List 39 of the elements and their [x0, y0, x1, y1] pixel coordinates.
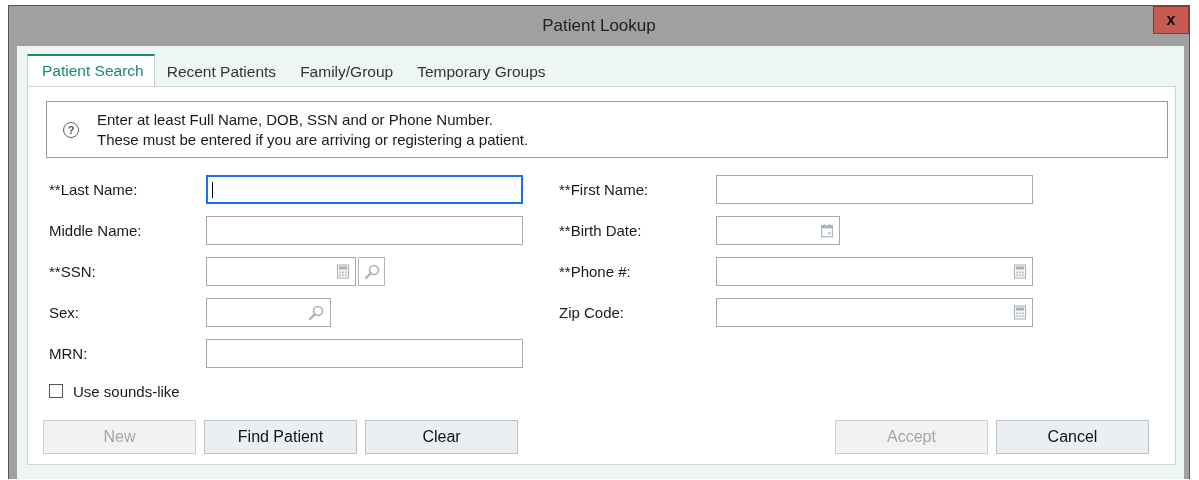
- input-field[interactable]: [716, 257, 1033, 286]
- calculator-icon: [337, 264, 349, 279]
- field-label: **Phone #:: [559, 263, 632, 280]
- field-label: **First Name:: [559, 181, 650, 198]
- input-field[interactable]: [206, 257, 356, 286]
- calculator-icon: [1014, 305, 1026, 320]
- field-label: **Last Name:: [49, 181, 139, 198]
- input-field[interactable]: [206, 175, 523, 204]
- close-button[interactable]: x: [1153, 6, 1189, 34]
- calculator-icon: [1014, 264, 1026, 279]
- info-text: Enter at least Full Name, DOB, SSN and or Phone Number.: [97, 109, 494, 130]
- field-label: Sex:: [49, 304, 80, 321]
- input-field[interactable]: [206, 298, 331, 327]
- dialog-button[interactable]: Cancel: [996, 420, 1149, 454]
- field-label: **SSN:: [49, 263, 97, 280]
- checkbox[interactable]: [49, 384, 63, 398]
- tab[interactable]: Patient Search: [27, 54, 155, 86]
- field-label: Middle Name:: [49, 222, 143, 239]
- info-text: These must be entered if you are arriving or registering a patient.: [97, 129, 529, 150]
- calendar-icon: [821, 223, 833, 238]
- checkbox-label: Use sounds-like: [73, 382, 180, 400]
- input-field[interactable]: [206, 339, 523, 368]
- input-field[interactable]: [716, 175, 1033, 204]
- field-label: Zip Code:: [559, 304, 626, 321]
- search-button[interactable]: [358, 257, 385, 286]
- tab[interactable]: Recent Patients: [154, 58, 289, 86]
- text-cursor: [212, 182, 213, 198]
- tab[interactable]: Temporary Groups: [405, 58, 558, 86]
- tab[interactable]: Family/Group: [288, 58, 406, 86]
- search-icon: [308, 304, 324, 321]
- input-field[interactable]: [206, 216, 523, 245]
- field-label: **Birth Date:: [559, 222, 643, 239]
- search-icon: [363, 263, 380, 280]
- dialog-button[interactable]: Clear: [365, 420, 518, 454]
- window-title: Patient Lookup: [542, 16, 656, 36]
- field-label: MRN:: [49, 345, 89, 362]
- input-field[interactable]: [716, 298, 1033, 327]
- dialog-button[interactable]: Find Patient: [204, 420, 357, 454]
- input-field[interactable]: [716, 216, 840, 245]
